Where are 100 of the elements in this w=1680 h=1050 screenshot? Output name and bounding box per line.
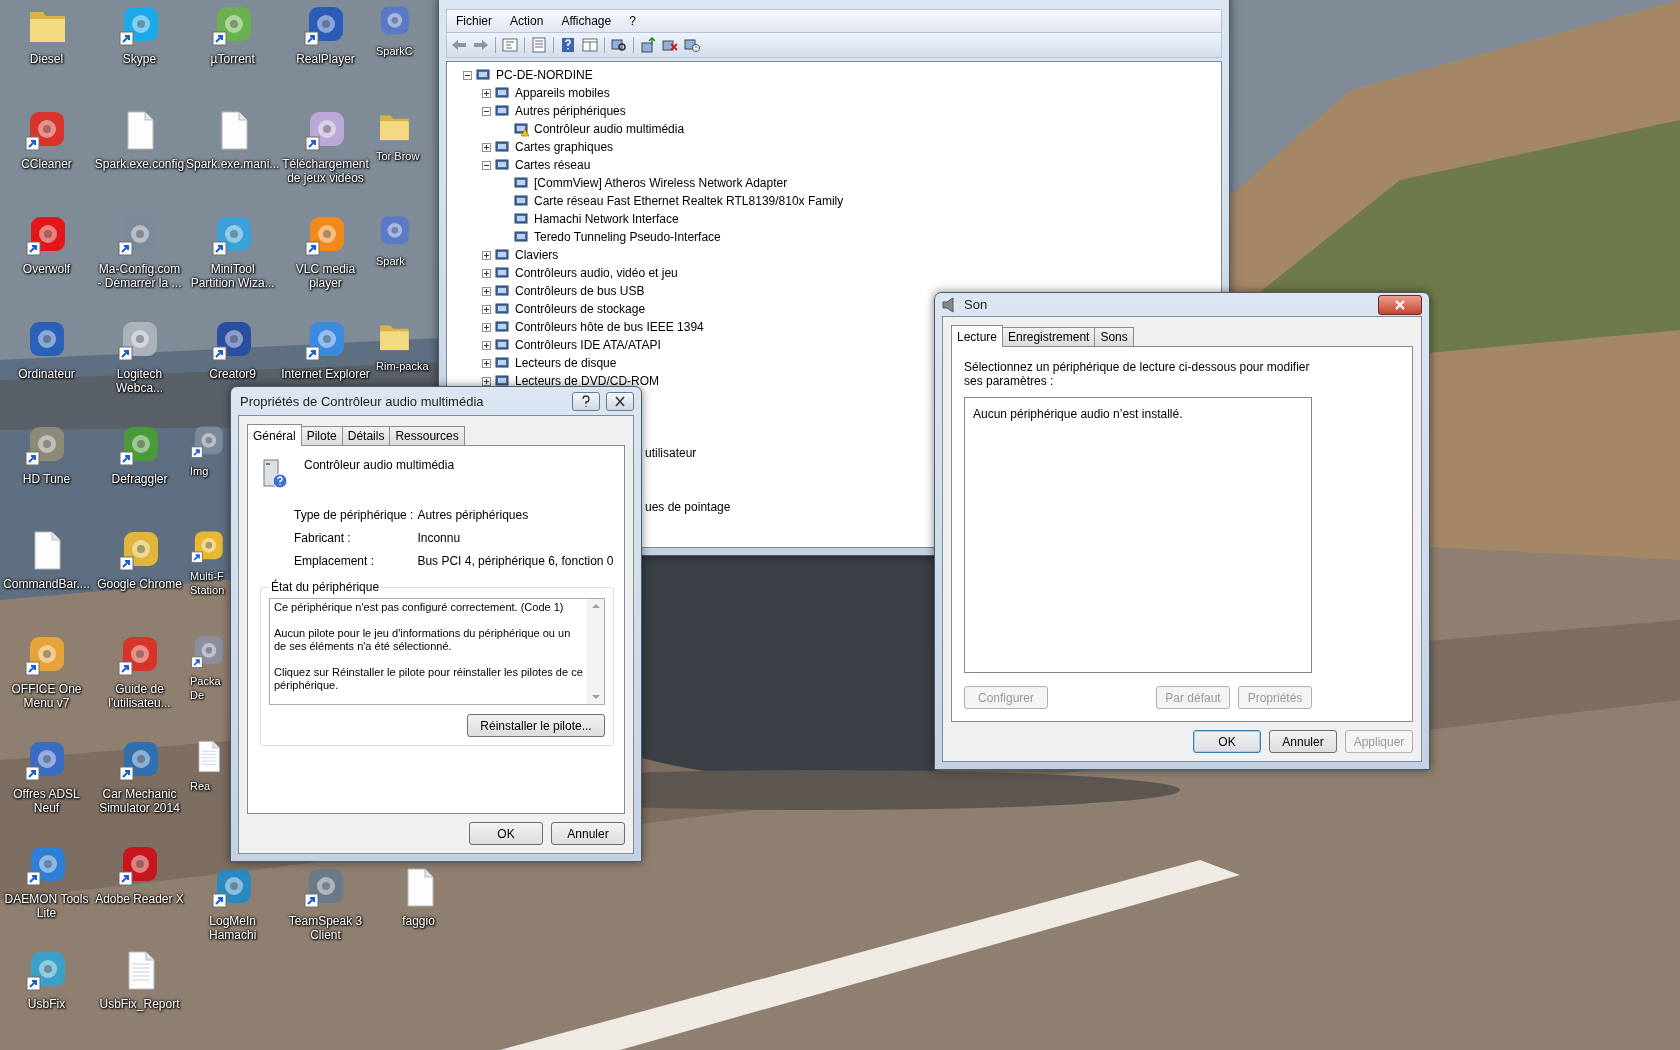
tree-item[interactable]: Teredo Tunneling Pseudo-Interface — [534, 230, 721, 244]
tree-item[interactable]: Cartes réseau — [515, 158, 591, 172]
tree-item[interactable]: Cartes graphiques — [515, 140, 614, 154]
desktop-icon[interactable]: Rim-packa — [376, 315, 429, 373]
desktop-icon[interactable]: Car Mechanic Simulator 2014 — [99, 735, 180, 815]
tree-item[interactable]: Contrôleurs audio, vidéo et jeu — [515, 266, 678, 280]
tree-item[interactable]: PC-DE-NORDINE — [496, 68, 593, 82]
desktop-icon[interactable]: UsbFix — [24, 945, 69, 1011]
menu-item[interactable]: ? — [620, 14, 645, 28]
dialog-button[interactable]: OK — [1193, 730, 1261, 753]
desktop-icon[interactable]: Creator9 — [209, 315, 257, 381]
tab[interactable]: Lecture — [951, 325, 1004, 347]
desktop-icon[interactable]: Guide de l'utilisateu... — [108, 630, 171, 710]
desktop-icon[interactable]: Diesel — [24, 0, 69, 66]
desktop-icon[interactable]: Packa De — [190, 630, 226, 702]
desktop-icon[interactable]: HD Tune — [22, 420, 71, 486]
tab[interactable]: Pilote — [300, 426, 343, 445]
desktop-icon[interactable]: Tor Brow — [376, 105, 420, 163]
collapse-icon[interactable] — [463, 70, 472, 80]
expand-icon[interactable] — [482, 358, 491, 368]
dialog-button[interactable]: Annuler — [1269, 730, 1337, 753]
tab[interactable]: Ressources — [389, 426, 465, 445]
desktop-icon[interactable]: Spark.exe.config — [94, 105, 185, 171]
scan-icon[interactable] — [611, 37, 627, 53]
tree-item[interactable]: Autres périphériques — [515, 104, 626, 118]
tab[interactable]: Sons — [1094, 327, 1134, 346]
expand-icon[interactable] — [482, 340, 491, 350]
expand-icon[interactable] — [482, 304, 491, 314]
reinstall-driver-button[interactable]: Réinstaller le pilote... — [467, 714, 605, 737]
desktop-icon[interactable]: UsbFix_Report — [99, 945, 180, 1011]
expand-icon[interactable] — [482, 376, 491, 386]
tree-item[interactable]: Hamachi Network Interface — [534, 212, 679, 226]
menu-item[interactable]: Affichage — [552, 14, 621, 28]
desktop-icon[interactable]: VLC media player — [295, 210, 356, 290]
desktop-icon[interactable]: CCleaner — [21, 105, 72, 171]
close-icon[interactable] — [606, 391, 634, 411]
desktop-icon[interactable]: Img — [190, 420, 226, 478]
desktop-icon[interactable]: Overwolf — [22, 210, 71, 276]
desktop-icon[interactable]: Multi-F Station — [190, 525, 226, 597]
tree-item[interactable]: Contrôleurs hôte de bus IEEE 1394 — [515, 320, 704, 334]
expand-icon[interactable] — [482, 322, 491, 332]
desktop-icon[interactable]: Ma-Config.com - Démarrer la ... — [97, 210, 182, 290]
tree-item[interactable]: Contrôleurs de stockage — [515, 302, 646, 316]
expand-icon[interactable] — [482, 88, 491, 98]
dialog-button[interactable]: OK — [469, 822, 543, 845]
desktop-icon[interactable]: SparkC — [376, 0, 413, 58]
desktop-icon[interactable]: Internet Explorer — [281, 315, 370, 381]
expand-icon[interactable] — [482, 142, 491, 152]
tree-item[interactable]: utilisateur — [645, 446, 697, 460]
forward-arrow-icon[interactable] — [473, 37, 489, 53]
desktop-icon[interactable]: MiniTool Partition Wiza... — [190, 210, 275, 290]
device-icon — [495, 337, 511, 353]
tab[interactable]: Général — [247, 424, 302, 446]
desktop-icon[interactable]: DAEMON Tools Lite — [4, 840, 89, 920]
dialog-button[interactable]: Annuler — [551, 822, 625, 845]
desktop-icon[interactable]: Defraggler — [111, 420, 168, 486]
desktop-icon[interactable]: µTorrent — [210, 0, 255, 66]
menu-item[interactable]: Fichier — [447, 14, 501, 28]
tree-item[interactable]: ues de pointage — [645, 500, 731, 514]
desktop-icon[interactable]: Spark — [376, 210, 412, 268]
expand-icon[interactable] — [482, 286, 491, 296]
field-value: Bus PCI 4, périphérique 6, fonction 0 — [417, 554, 615, 568]
desktop-icon[interactable]: Offres ADSL Neuf — [13, 735, 80, 815]
tree-item[interactable]: Lecteurs de DVD/CD-ROM — [515, 374, 660, 388]
close-icon[interactable] — [1378, 294, 1422, 315]
tree-item[interactable]: Claviers — [515, 248, 559, 262]
collapse-icon[interactable] — [482, 106, 491, 116]
uninstall-icon[interactable] — [662, 37, 678, 53]
desktop-icon[interactable]: Téléchargement de jeux vidéos — [282, 105, 369, 185]
desktop-icon[interactable]: CommandBar.... — [3, 525, 90, 591]
window-title: Propriétés de Contrôleur audio multimédia — [239, 393, 485, 409]
desktop-icon[interactable]: Google Chrome — [97, 525, 182, 591]
update-driver-icon[interactable] — [640, 37, 656, 53]
desktop-icon[interactable]: Rea — [190, 735, 226, 793]
tree-item[interactable]: Contrôleurs IDE ATA/ATAPI — [515, 338, 661, 352]
desktop-icon[interactable]: Ordinateur — [18, 315, 75, 381]
tab[interactable]: Détails — [341, 426, 391, 445]
tree-item[interactable]: [CommView] Atheros Wireless Network Adapter — [534, 176, 788, 190]
panel-icon[interactable] — [582, 37, 598, 53]
tree-item[interactable]: Appareils mobiles — [515, 86, 610, 100]
back-arrow-icon[interactable] — [451, 37, 467, 53]
desktop-icon[interactable]: Spark.exe.mani... — [186, 105, 280, 171]
expand-icon[interactable] — [482, 268, 491, 278]
desktop-icon[interactable]: Skype — [117, 0, 162, 66]
menu-item[interactable]: Action — [501, 14, 553, 28]
tree-item[interactable]: Carte réseau Fast Ethernet Realtek RTL8139/810x Family — [534, 194, 844, 208]
desktop-icon[interactable]: Logitech Webca... — [115, 315, 164, 395]
desktop-icon[interactable]: OFFICE One Menu v7 — [11, 630, 82, 710]
desktop-icon[interactable]: Adobe Reader X — [95, 840, 184, 906]
desktop-icon[interactable]: RealPlayer — [296, 0, 355, 66]
expand-icon[interactable] — [482, 250, 491, 260]
tab[interactable]: Enregistrement — [1002, 327, 1096, 346]
help-icon[interactable] — [572, 391, 600, 411]
tree-item[interactable]: Contrôleurs de bus USB — [515, 284, 645, 298]
disable-icon[interactable] — [684, 37, 700, 53]
help-icon[interactable] — [560, 37, 576, 53]
window-title: Son — [963, 297, 989, 312]
tree-item[interactable]: Contrôleur audio multimédia — [534, 122, 685, 136]
collapse-icon[interactable] — [482, 160, 491, 170]
tree-item[interactable]: Lecteurs de disque — [515, 356, 617, 370]
